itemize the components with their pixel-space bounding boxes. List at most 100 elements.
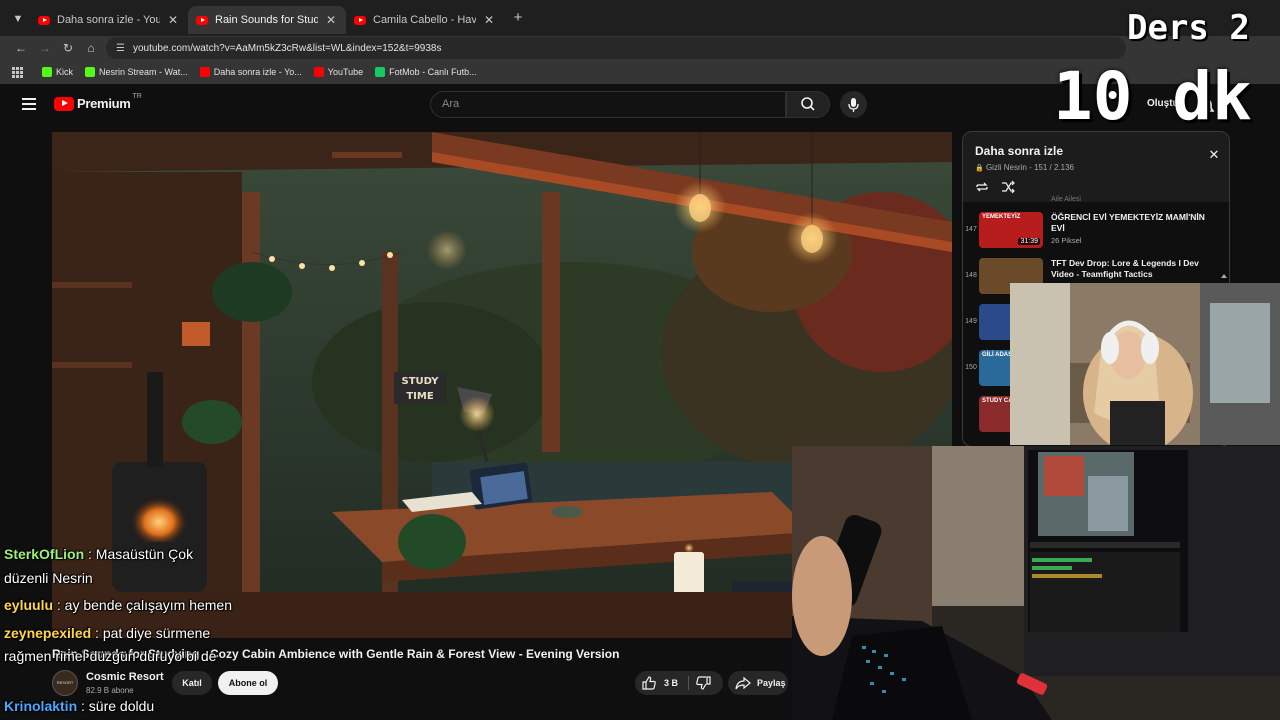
youtube-logo[interactable]: Premium TR [54, 93, 142, 111]
thumbnail-text: YEMEKTEYİZ [982, 214, 1021, 220]
new-tab-button[interactable]: + [510, 9, 526, 27]
tab-search-icon[interactable]: ▼ [8, 9, 28, 29]
bookmark-nesrin-stream[interactable]: Nesrin Stream - Wat... [85, 67, 188, 77]
close-icon[interactable]: ✕ [324, 13, 338, 27]
playlist-item-index: 149 [965, 318, 977, 325]
video-duration: 31:39 [1018, 238, 1040, 245]
playlist-cut-channel: Aile Ailesi [1051, 196, 1081, 203]
chat-text: : ay bende çalışayım hemen [53, 597, 233, 613]
chat-text: : Masaüstün Çok [84, 546, 194, 562]
kick-favicon-icon [85, 67, 96, 77]
close-icon[interactable]: ✕ [1207, 148, 1221, 162]
bookmark-label: Kick [56, 67, 74, 77]
browser-tab-strip: ▼ Daha sonra izle - YouTube ✕ Rain Sound… [0, 0, 1280, 36]
dislike-button[interactable] [694, 671, 714, 695]
youtube-favicon-icon [354, 15, 366, 25]
url-text: youtube.com/watch?v=AaMm5kZ3cRw&list=WL&… [132, 42, 442, 54]
search-button[interactable] [786, 91, 830, 118]
back-arrow-icon[interactable]: ← [12, 39, 30, 57]
tab-daha-sonra-izle[interactable]: Daha sonra izle - YouTube ✕ [30, 6, 188, 34]
channel-avatar[interactable]: RESORT [52, 670, 78, 696]
deskcam-image [792, 446, 1280, 720]
site-info-icon[interactable]: ☰ [116, 43, 125, 54]
thumbs-up-icon [642, 676, 656, 690]
lock-icon: 🔒 [975, 165, 984, 172]
playlist-item[interactable]: 147 YEMEKTEYİZ 31:39 ÖĞRENCİ EVİ YEMEKTE… [963, 210, 1225, 250]
chat-message-continuation: rağmen rimel düzgün duruyo bi de [4, 648, 217, 664]
bookmark-label: Daha sonra izle - Yo... [213, 67, 302, 77]
playlist-item-index: 150 [965, 364, 977, 371]
thumbs-down-icon [696, 676, 711, 690]
close-icon[interactable]: ✕ [166, 13, 180, 27]
menu-icon[interactable] [22, 98, 36, 110]
playlist-item-index: 147 [965, 226, 977, 233]
youtube-logo-icon [54, 96, 74, 111]
join-button[interactable]: Katıl [172, 671, 212, 695]
thumbnail-text: GİLİ ADASI [982, 352, 1014, 358]
kick-favicon-icon [42, 67, 52, 77]
study-time-sign-line2: TIME [406, 391, 433, 402]
reload-icon[interactable]: ↻ [59, 39, 77, 57]
voice-search-button[interactable] [840, 91, 867, 118]
chat-message: SterkOfLion : Masaüstün Çok [4, 546, 193, 562]
chat-text: : süre doldu [77, 698, 155, 714]
tab-rain-sounds[interactable]: Rain Sounds for Studying - Coz ✕ [188, 6, 346, 34]
chat-message: zeynepexiled : pat diye sürmene [4, 625, 210, 641]
like-divider [688, 676, 689, 690]
youtube-favicon-icon [196, 15, 208, 25]
forward-arrow-icon[interactable]: → [36, 39, 54, 57]
playlist-item-index: 148 [965, 272, 977, 279]
chat-username: zeynepexiled [4, 625, 92, 641]
like-count: 3 B [664, 678, 679, 688]
search-icon [801, 97, 815, 111]
facecam-image [1010, 283, 1280, 445]
desk-camera [792, 446, 1280, 720]
like-button[interactable]: 3 B [640, 671, 678, 695]
playlist-item-title: ÖĞRENCİ EVİ YEMEKTEYİZ MAMİ'NİN EVİ [1051, 212, 1205, 233]
lesson-overlay-label: Ders 2 [1127, 8, 1250, 48]
address-bar[interactable]: ☰ youtube.com/watch?v=AaMm5kZ3cRw&list=W… [106, 37, 1126, 59]
browser-toolbar: ← → ↻ ⌂ ☰ youtube.com/watch?v=AaMm5kZ3cR… [0, 36, 1280, 60]
chat-username: Krinolaktin [4, 698, 78, 714]
bookmark-kick[interactable]: Kick [42, 67, 73, 77]
subscriber-count: 82.9 B abone [86, 686, 134, 695]
fotmob-favicon-icon [375, 67, 386, 77]
channel-name[interactable]: Cosmic Resort [86, 671, 164, 683]
bookmark-youtube[interactable]: YouTube [313, 67, 364, 77]
playlist-meta-text: Gizli Nesrin - 151 / 2.136 [985, 163, 1074, 172]
playlist-item-title: TFT Dev Drop: Lore & Legends I Dev Video… [1051, 258, 1199, 279]
apps-grid-icon[interactable] [12, 67, 23, 78]
close-icon[interactable]: ✕ [482, 13, 496, 27]
subscribe-button[interactable]: Abone ol [218, 671, 278, 695]
youtube-favicon-icon [313, 67, 324, 77]
logo-text: Premium [77, 96, 131, 111]
share-arrow-icon [735, 676, 751, 690]
microphone-icon [848, 98, 859, 112]
home-icon[interactable]: ⌂ [82, 39, 100, 57]
playlist-title[interactable]: Daha sonra izle [975, 144, 1063, 158]
tab-havana[interactable]: Camila Cabello - Havana (Lyric ✕ [346, 6, 504, 34]
bookmark-label: FotMob - Canlı Futb... [389, 67, 477, 77]
playlist-item-channel: 26 Piksel [1051, 236, 1082, 245]
bookmark-label: YouTube [327, 67, 364, 77]
loop-icon[interactable] [975, 180, 989, 194]
youtube-favicon-icon [38, 15, 50, 25]
bookmark-label: Nesrin Stream - Wat... [99, 67, 188, 77]
chat-username: eyluulu [4, 597, 54, 613]
bookmark-fotmob[interactable]: FotMob - Canlı Futb... [375, 67, 477, 77]
chat-message: Krinolaktin : süre doldu [4, 698, 154, 714]
bookmark-daha-sonra-izle[interactable]: Daha sonra izle - Yo... [199, 67, 302, 77]
timer-overlay-label: 10 dk [1053, 58, 1252, 135]
country-code: TR [132, 93, 142, 100]
youtube-favicon-icon [199, 67, 210, 77]
share-button[interactable]: Paylaş [728, 671, 788, 695]
search-input[interactable]: Ara [430, 91, 786, 118]
chat-text: : pat diye sürmene [91, 625, 211, 641]
chat-message: eyluulu : ay bende çalışayım hemen [4, 597, 232, 613]
streamer-facecam [1010, 283, 1280, 445]
shuffle-icon[interactable] [1001, 180, 1015, 194]
tab-title: Rain Sounds for Studying - Coz [215, 14, 318, 26]
chat-message-continuation: düzenli Nesrin [4, 570, 93, 586]
tab-title: Camila Cabello - Havana (Lyric [373, 14, 476, 26]
playlist-item-thumbnail: YEMEKTEYİZ 31:39 [979, 212, 1043, 248]
